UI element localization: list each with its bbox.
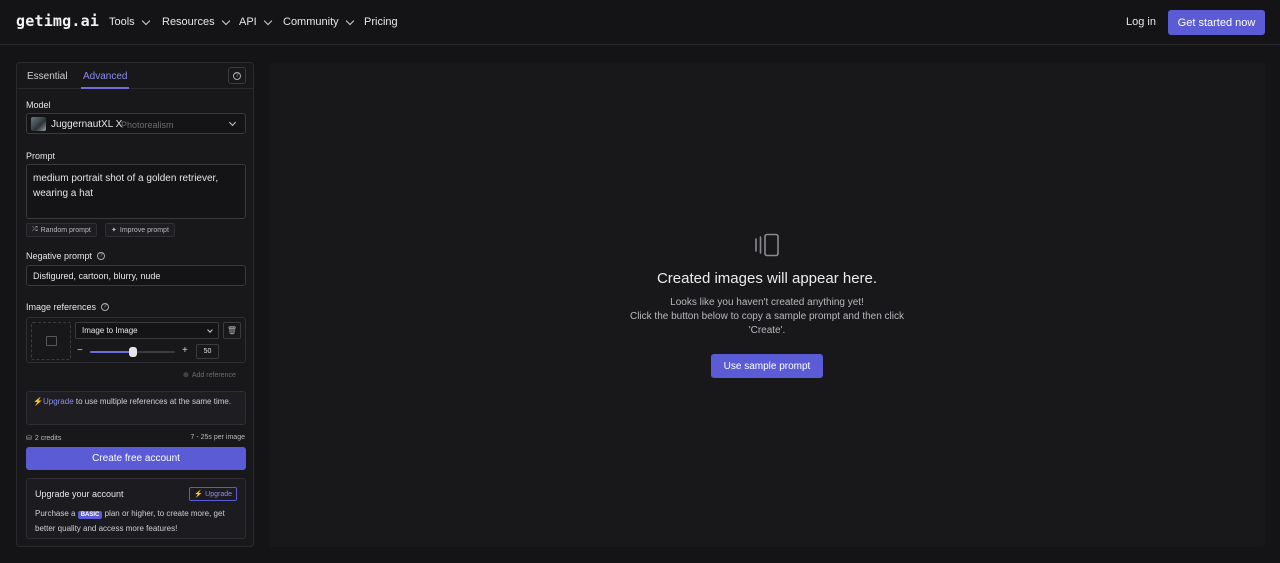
sparkle-icon: ✦	[111, 227, 117, 234]
help-icon[interactable]: ?	[97, 252, 106, 260]
model-thumbnail	[31, 117, 46, 131]
chevron-down-icon	[141, 16, 150, 25]
chevron-down-icon	[221, 16, 230, 25]
strength-value[interactable]: 50	[196, 344, 219, 359]
negative-prompt-label: Negative prompt?	[26, 251, 106, 261]
active-tab-indicator	[81, 87, 129, 89]
tab-advanced[interactable]: Advanced	[83, 71, 127, 82]
empty-state-title: Created images will appear here.	[656, 270, 878, 287]
logo[interactable]: getimg.ai	[16, 12, 99, 30]
chevron-down-icon	[263, 16, 272, 25]
delete-reference-button[interactable]: 🗑	[223, 322, 241, 339]
create-account-button[interactable]: Create free account	[26, 447, 246, 470]
image-placeholder-icon	[45, 336, 57, 346]
slider-fill	[90, 351, 133, 353]
nav-pricing[interactable]: Pricing	[364, 16, 398, 28]
model-select[interactable]: JuggernautXL X Photorealism	[26, 113, 246, 134]
reference-mode-select[interactable]: Image to Image	[75, 322, 219, 339]
nav-community[interactable]: Community	[283, 16, 354, 28]
top-nav: getimg.ai Tools Resources API Community …	[0, 0, 1280, 45]
chevron-down-icon	[345, 16, 354, 25]
tab-bar: Essential Advanced ?	[17, 63, 253, 89]
model-name: JuggernautXL X	[51, 119, 123, 130]
get-started-button[interactable]: Get started now	[1168, 10, 1265, 35]
random-prompt-button[interactable]: ⤮ Random prompt	[26, 223, 97, 237]
add-reference-button[interactable]: ⊕ Add reference	[183, 371, 236, 380]
improve-prompt-button[interactable]: ✦ Improve prompt	[105, 223, 175, 237]
credits-info: ⛁ 2 credits	[26, 434, 62, 443]
shuffle-icon: ⤮	[32, 226, 38, 233]
upgrade-card-title: Upgrade your account	[35, 489, 124, 499]
prompt-label: Prompt	[26, 151, 56, 161]
help-icon[interactable]: ?	[101, 303, 110, 311]
strength-slider[interactable]	[90, 347, 175, 357]
increase-strength-button[interactable]: +	[182, 345, 188, 356]
negative-prompt-input[interactable]: Disfigured, cartoon, blurry, nude	[26, 265, 246, 286]
reference-image-dropzone[interactable]	[31, 322, 71, 360]
chevron-down-icon	[228, 118, 237, 127]
basic-plan-badge: BASIC	[77, 511, 103, 519]
help-icon: ?	[233, 71, 241, 80]
model-label: Model	[26, 100, 51, 110]
decrease-strength-button[interactable]: −	[77, 345, 83, 356]
nav-api[interactable]: API	[239, 16, 272, 28]
plus-circle-icon: ⊕	[183, 372, 189, 379]
upgrade-link[interactable]: ⚡Upgrade	[33, 397, 74, 406]
empty-state-text: Looks like you haven't created anything …	[629, 297, 905, 336]
bolt-icon: ⚡	[33, 397, 43, 406]
time-per-image: 7 - 25s per image	[190, 434, 245, 441]
upgrade-button[interactable]: ⚡ Upgrade	[189, 487, 237, 501]
model-category: Photorealism	[121, 120, 174, 130]
bolt-icon: ⚡	[194, 491, 204, 498]
multi-reference-upsell: ⚡Upgrade to use multiple references at t…	[26, 391, 246, 425]
tab-essential[interactable]: Essential	[27, 71, 68, 82]
slider-handle[interactable]	[128, 347, 137, 357]
nav-tools[interactable]: Tools	[109, 16, 150, 28]
coins-icon: ⛁	[26, 435, 32, 442]
chevron-down-icon	[207, 327, 213, 333]
upgrade-card: Upgrade your account ⚡ Upgrade Purchase a…	[26, 478, 246, 539]
help-button[interactable]: ?	[228, 67, 246, 84]
results-area: Created images will appear here. Looks l…	[269, 62, 1265, 547]
image-reference: Image to Image 🗑 − + 50	[26, 317, 246, 363]
prompt-textarea[interactable]: medium portrait shot of a golden retriev…	[26, 164, 246, 219]
images-placeholder-icon	[755, 233, 779, 257]
settings-panel: Essential Advanced ? Model JuggernautXL …	[16, 62, 254, 547]
use-sample-prompt-button[interactable]: Use sample prompt	[711, 354, 823, 378]
upgrade-card-text: Purchase a BASIC plan or higher, to crea…	[35, 509, 225, 533]
trash-icon: 🗑	[226, 326, 238, 335]
image-references-label: Image references?	[26, 302, 110, 312]
nav-resources[interactable]: Resources	[162, 16, 230, 28]
login-link[interactable]: Log in	[1126, 16, 1156, 28]
